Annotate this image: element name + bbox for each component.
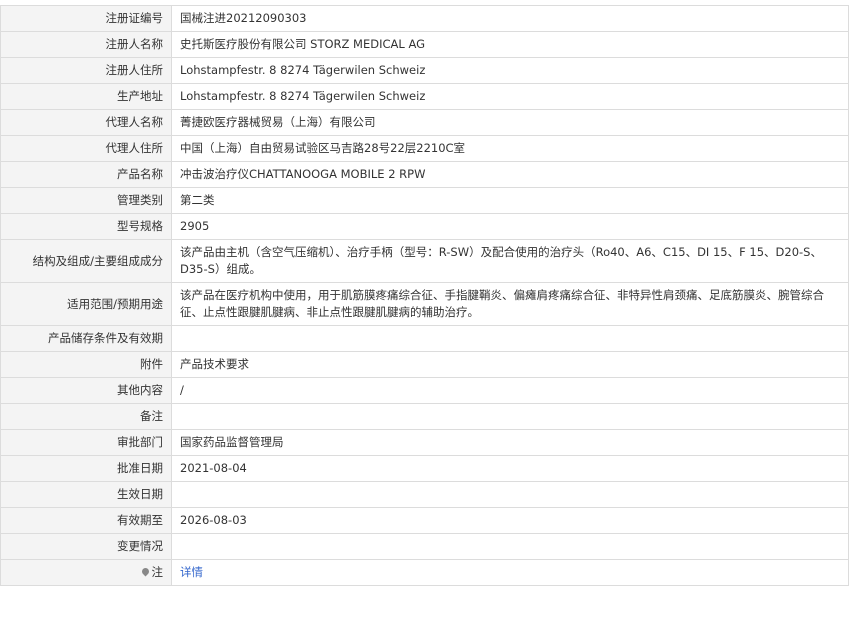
field-value: 该产品由主机（含空气压缩机）、治疗手柄（型号：R-SW）及配合使用的治疗头（Ro… <box>171 239 849 283</box>
table-row: 批准日期 2021-08-04 <box>0 455 849 482</box>
field-value: 2905 <box>171 213 849 240</box>
field-label: 生产地址 <box>0 83 172 110</box>
field-label: 产品储存条件及有效期 <box>0 325 172 352</box>
field-value <box>171 403 849 430</box>
field-label: 适用范围/预期用途 <box>0 282 172 326</box>
field-value: Lohstampfestr. 8 8274 Tägerwilen Schweiz <box>171 57 849 84</box>
field-label: 附件 <box>0 351 172 378</box>
table-row: 产品储存条件及有效期 <box>0 325 849 352</box>
field-label: 结构及组成/主要组成成分 <box>0 239 172 283</box>
field-label: 批准日期 <box>0 455 172 482</box>
field-label: 备注 <box>0 403 172 430</box>
table-row: 其他内容 / <box>0 377 849 404</box>
note-label-cell: 注 <box>0 559 172 586</box>
field-value: 2026-08-03 <box>171 507 849 534</box>
field-value: 产品技术要求 <box>171 351 849 378</box>
field-label: 变更情况 <box>0 533 172 560</box>
field-value: Lohstampfestr. 8 8274 Tägerwilen Schweiz <box>171 83 849 110</box>
table-row: 变更情况 <box>0 533 849 560</box>
field-label: 其他内容 <box>0 377 172 404</box>
field-value: 菁捷欧医疗器械贸易（上海）有限公司 <box>171 109 849 136</box>
field-label: 有效期至 <box>0 507 172 534</box>
field-value: 史托斯医疗股份有限公司 STORZ MEDICAL AG <box>171 31 849 58</box>
field-label: 注册证编号 <box>0 5 172 32</box>
field-value: 国家药品监督管理局 <box>171 429 849 456</box>
table-row: 生效日期 <box>0 481 849 508</box>
field-value <box>171 481 849 508</box>
field-label: 审批部门 <box>0 429 172 456</box>
table-row: 有效期至 2026-08-03 <box>0 507 849 534</box>
field-label: 产品名称 <box>0 161 172 188</box>
table-row: 备注 <box>0 403 849 430</box>
note-value-cell: 详情 <box>171 559 849 586</box>
field-value: 冲击波治疗仪CHATTANOOGA MOBILE 2 RPW <box>171 161 849 188</box>
field-value: 国械注进20212090303 <box>171 5 849 32</box>
table-row: 管理类别 第二类 <box>0 187 849 214</box>
field-value: 2021-08-04 <box>171 455 849 482</box>
table-row: 结构及组成/主要组成成分 该产品由主机（含空气压缩机）、治疗手柄（型号：R-SW）… <box>0 239 849 283</box>
table-row: 注册人名称 史托斯医疗股份有限公司 STORZ MEDICAL AG <box>0 31 849 58</box>
table-row: 产品名称 冲击波治疗仪CHATTANOOGA MOBILE 2 RPW <box>0 161 849 188</box>
field-label: 注册人住所 <box>0 57 172 84</box>
field-label: 型号规格 <box>0 213 172 240</box>
table-row: 代理人名称 菁捷欧医疗器械贸易（上海）有限公司 <box>0 109 849 136</box>
registration-detail-table: 注册证编号 国械注进20212090303 注册人名称 史托斯医疗股份有限公司 ST… <box>0 5 849 586</box>
table-row: 适用范围/预期用途 该产品在医疗机构中使用，用于肌筋膜疼痛综合征、手指腱鞘炎、偏瘫… <box>0 282 849 326</box>
field-value <box>171 325 849 352</box>
field-value: 第二类 <box>171 187 849 214</box>
table-row: 代理人住所 中国（上海）自由贸易试验区马吉路28号22层2210C室 <box>0 135 849 162</box>
field-label: 代理人名称 <box>0 109 172 136</box>
table-row: 附件 产品技术要求 <box>0 351 849 378</box>
table-row: 注册人住所 Lohstampfestr. 8 8274 Tägerwilen Sc… <box>0 57 849 84</box>
field-label: 代理人住所 <box>0 135 172 162</box>
table-row: 审批部门 国家药品监督管理局 <box>0 429 849 456</box>
note-label: 注 <box>151 565 164 579</box>
location-pin-icon <box>140 566 150 577</box>
details-link[interactable]: 详情 <box>180 565 203 579</box>
field-label: 生效日期 <box>0 481 172 508</box>
field-label: 注册人名称 <box>0 31 172 58</box>
field-value: / <box>171 377 849 404</box>
table-row: 生产地址 Lohstampfestr. 8 8274 Tägerwilen Sch… <box>0 83 849 110</box>
note-row: 注 详情 <box>0 559 849 586</box>
table-row: 注册证编号 国械注进20212090303 <box>0 5 849 32</box>
table-row: 型号规格 2905 <box>0 213 849 240</box>
field-value: 该产品在医疗机构中使用，用于肌筋膜疼痛综合征、手指腱鞘炎、偏瘫肩疼痛综合征、非特… <box>171 282 849 326</box>
field-label: 管理类别 <box>0 187 172 214</box>
field-value <box>171 533 849 560</box>
field-value: 中国（上海）自由贸易试验区马吉路28号22层2210C室 <box>171 135 849 162</box>
